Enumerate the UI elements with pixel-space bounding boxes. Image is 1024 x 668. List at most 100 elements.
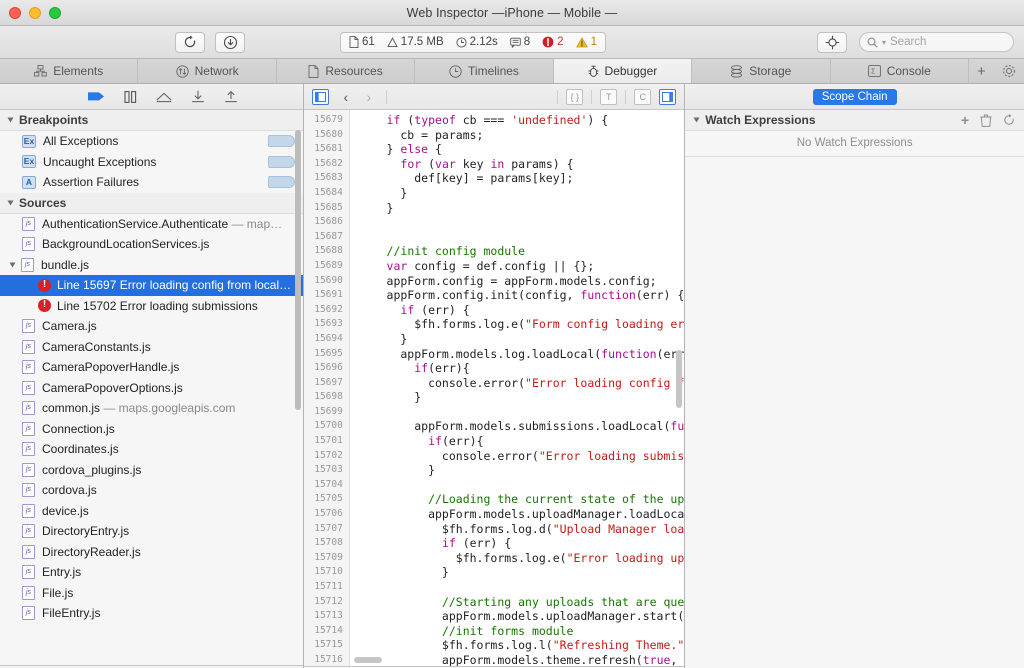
section-header-breakpoints[interactable]: Breakpoints	[0, 110, 303, 131]
inspect-element-button[interactable]	[817, 32, 847, 53]
code-line[interactable]: //Loading the current state of the up	[359, 492, 684, 507]
code-line[interactable]: if(err){	[359, 434, 684, 449]
code-line[interactable]: if (typeof cb === 'undefined') {	[359, 113, 684, 128]
pause-icon[interactable]	[124, 91, 137, 103]
stat-errors[interactable]: 2	[542, 36, 563, 48]
tab-debugger[interactable]: Debugger	[554, 59, 692, 83]
editor-horizontal-scrollbar[interactable]	[354, 657, 382, 663]
stat-logs[interactable]: 8	[510, 36, 530, 48]
breakpoint-uncaught-exceptions[interactable]: Ex Uncaught Exceptions	[0, 152, 303, 173]
code-line[interactable]: }	[359, 390, 684, 405]
tab-network[interactable]: Network	[138, 59, 276, 83]
code-line[interactable]: appForm.models.theme.refresh(true,	[359, 653, 684, 666]
sources-folder-item[interactable]: jsbundle.js	[0, 255, 303, 276]
code-line[interactable]: $fh.forms.log.e("Form config loading er	[359, 317, 684, 332]
code-line[interactable]	[359, 405, 684, 420]
code-line[interactable]: }	[359, 332, 684, 347]
sidebar-right-toggle-button[interactable]	[659, 89, 676, 105]
navigate-forward-button[interactable]: ›	[363, 89, 375, 105]
code-line[interactable]: appForm.models.submissions.loadLocal(fu	[359, 419, 684, 434]
source-code-text[interactable]: if (typeof cb === 'undefined') { cb = pa…	[350, 110, 684, 666]
code-line[interactable]: var config = def.config || {};	[359, 259, 684, 274]
stat-memory[interactable]: 17.5 MB	[387, 36, 444, 48]
sources-file-item[interactable]: jscommon.js — maps.googleapis.com	[0, 398, 303, 419]
sources-file-item[interactable]: jsCameraPopoverOptions.js	[0, 378, 303, 399]
tab-timelines[interactable]: Timelines	[415, 59, 553, 83]
sources-file-item[interactable]: jsAuthenticationService.Authenticate — m…	[0, 214, 303, 235]
sources-breakpoint-item[interactable]: !Line 15702 Error loading submissions	[0, 296, 303, 317]
breakpoint-all-exceptions[interactable]: Ex All Exceptions	[0, 131, 303, 152]
scope-chain-tab[interactable]: Scope Chain	[813, 89, 897, 105]
sources-breakpoint-item[interactable]: !Line 15697 Error loading config from lo…	[0, 275, 303, 296]
pretty-print-button[interactable]: { }	[566, 89, 583, 105]
sidebar-scroll-area[interactable]: Breakpoints Ex All Exceptions Ex Uncaugh…	[0, 110, 303, 665]
code-line[interactable]: console.error("Error loading config f	[359, 376, 684, 391]
code-line[interactable]: $fh.forms.log.e("Error loading up	[359, 551, 684, 566]
code-line[interactable]	[359, 478, 684, 493]
breakpoint-toggle[interactable]	[268, 176, 295, 188]
sources-file-item[interactable]: jsCamera.js	[0, 316, 303, 337]
sources-file-item[interactable]: jsEntry.js	[0, 562, 303, 583]
code-line[interactable]: cb = params;	[359, 128, 684, 143]
editor-vertical-scrollbar[interactable]	[676, 350, 682, 408]
section-header-sources[interactable]: Sources	[0, 193, 303, 214]
resume-icon[interactable]	[88, 91, 105, 102]
code-line[interactable]: appForm.models.uploadManager.loadLoca	[359, 507, 684, 522]
code-line[interactable]: if (err) {	[359, 536, 684, 551]
sources-file-item[interactable]: jsCameraPopoverHandle.js	[0, 357, 303, 378]
code-line[interactable]: } else {	[359, 142, 684, 157]
code-line[interactable]	[359, 580, 684, 595]
code-line[interactable]: if(err){	[359, 361, 684, 376]
sources-file-item[interactable]: jsDirectoryEntry.js	[0, 521, 303, 542]
code-line[interactable]: //init config module	[359, 244, 684, 259]
code-line[interactable]: appForm.config.init(config, function(err…	[359, 288, 684, 303]
code-line[interactable]: appForm.models.log.loadLocal(function(er…	[359, 347, 684, 362]
reload-button[interactable]	[175, 32, 205, 53]
sources-file-item[interactable]: jsCoordinates.js	[0, 439, 303, 460]
sources-file-item[interactable]: jscordova.js	[0, 480, 303, 501]
code-line[interactable]: appForm.config = appForm.models.config;	[359, 274, 684, 289]
code-line[interactable]: }	[359, 201, 684, 216]
refresh-icon[interactable]	[1003, 114, 1015, 126]
add-tab-button[interactable]: +	[977, 63, 986, 80]
code-line[interactable]: console.error("Error loading submis	[359, 449, 684, 464]
stat-warnings[interactable]: 1	[576, 36, 597, 48]
sources-file-item[interactable]: jsFileEntry.js	[0, 603, 303, 624]
step-out-icon[interactable]	[224, 90, 238, 103]
sources-file-item[interactable]: jscordova_plugins.js	[0, 460, 303, 481]
stat-time[interactable]: 2.12s	[456, 36, 498, 48]
code-line[interactable]: }	[359, 565, 684, 580]
show-types-button[interactable]: T	[600, 89, 617, 105]
code-line[interactable]	[359, 230, 684, 245]
gear-icon[interactable]	[1002, 64, 1016, 78]
download-button[interactable]	[215, 32, 245, 53]
code-line[interactable]: //Starting any uploads that are que	[359, 595, 684, 610]
tab-elements[interactable]: Elements	[0, 59, 138, 83]
sidebar-scrollbar[interactable]	[295, 130, 301, 410]
close-button[interactable]	[9, 7, 21, 19]
sources-file-item[interactable]: jsFile.js	[0, 583, 303, 604]
navigate-back-button[interactable]: ‹	[340, 89, 352, 105]
sources-file-item[interactable]: jsCameraConstants.js	[0, 337, 303, 358]
code-line[interactable]: appForm.models.uploadManager.start(	[359, 609, 684, 624]
stat-resources[interactable]: 61	[349, 36, 375, 48]
trash-icon[interactable]	[980, 114, 992, 127]
sources-file-item[interactable]: jsConnection.js	[0, 419, 303, 440]
code-line[interactable]: def[key] = params[key];	[359, 171, 684, 186]
breakpoint-toggle[interactable]	[268, 156, 295, 168]
tab-console[interactable]: Σ Console	[831, 59, 969, 83]
code-line[interactable]: }	[359, 463, 684, 478]
sidebar-left-toggle-button[interactable]	[312, 89, 329, 105]
code-coverage-button[interactable]: C	[634, 89, 651, 105]
sources-file-item[interactable]: jsBackgroundLocationServices.js	[0, 234, 303, 255]
zoom-button[interactable]	[49, 7, 61, 19]
search-input[interactable]: ▾ Search	[859, 32, 1014, 52]
tab-storage[interactable]: Storage	[692, 59, 830, 83]
code-line[interactable]: //init forms module	[359, 624, 684, 639]
breakpoint-assertion-failures[interactable]: A Assertion Failures	[0, 172, 303, 193]
step-into-icon[interactable]	[191, 90, 205, 103]
code-line[interactable]: $fh.forms.log.l("Refreshing Theme."	[359, 638, 684, 653]
code-line[interactable]: if (err) {	[359, 303, 684, 318]
sources-file-item[interactable]: jsDirectoryReader.js	[0, 542, 303, 563]
code-line[interactable]: $fh.forms.log.d("Upload Manager loa	[359, 522, 684, 537]
